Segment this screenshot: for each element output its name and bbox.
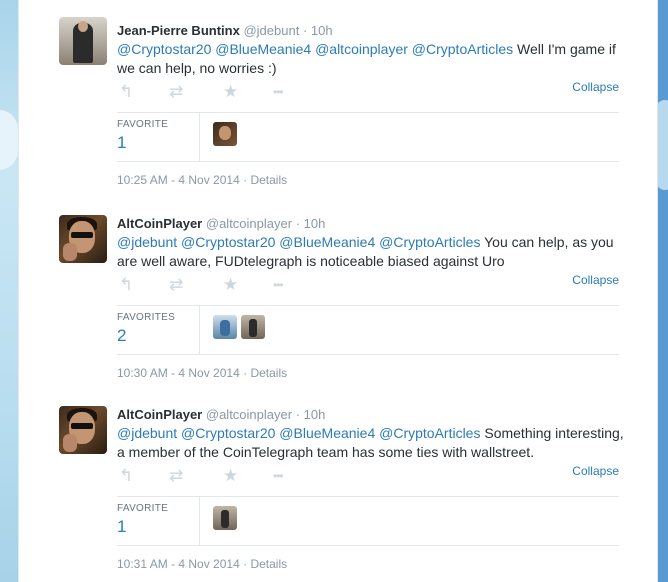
tweet[interactable]: Jean-Pierre Buntinx @jdebunt · 10h @Cryp… — [19, 0, 657, 204]
mention-link[interactable]: @CryptoArticles — [412, 41, 513, 57]
favorites-label: FAVORITE — [117, 503, 169, 514]
tweet-footer: 10:25 AM - 4 Nov 2014 · Details — [117, 173, 287, 187]
more-icon[interactable]: ••• — [273, 466, 284, 486]
mention-link[interactable]: @BlueMeanie4 — [279, 234, 375, 250]
mention-link[interactable]: @BlueMeanie4 — [279, 425, 375, 441]
fullname[interactable]: Jean-Pierre Buntinx — [117, 23, 240, 38]
more-icon[interactable]: ••• — [273, 82, 284, 102]
separator: · — [295, 216, 301, 231]
tweet-text: @jdebunt @Cryptostar20 @BlueMeanie4 @Cry… — [117, 233, 627, 271]
collapse-link[interactable]: Collapse — [572, 464, 619, 478]
mention-link[interactable]: @jdebunt — [117, 234, 177, 250]
tweet-actions: ↰ ⇄ ★ ••• — [117, 82, 619, 102]
reply-icon[interactable]: ↰ — [119, 466, 133, 486]
tweet-header: AltCoinPlayer @altcoinplayer · 10h — [117, 406, 325, 424]
mention-link[interactable]: @altcoinplayer — [315, 41, 408, 57]
tweet-actions: ↰ ⇄ ★ ••• — [117, 466, 619, 486]
reply-icon[interactable]: ↰ — [119, 82, 133, 102]
details-link[interactable]: Details — [250, 173, 287, 187]
favoriter-avatar[interactable] — [213, 315, 237, 339]
tweet-time[interactable]: 10h — [311, 23, 333, 38]
mention-link[interactable]: @CryptoArticles — [379, 425, 480, 441]
separator: · — [243, 173, 248, 187]
favoriter-avatar[interactable] — [241, 315, 265, 339]
favorites-label: FAVORITE — [117, 119, 169, 130]
tweet-header: AltCoinPlayer @altcoinplayer · 10h — [117, 215, 325, 233]
avatar[interactable] — [59, 17, 107, 65]
tweet-footer: 10:30 AM - 4 Nov 2014 · Details — [117, 366, 287, 380]
fullname[interactable]: AltCoinPlayer — [117, 216, 202, 231]
avatar[interactable] — [59, 215, 107, 263]
tweet-stats: FAVORITE 1 — [117, 496, 619, 546]
background-cloud — [0, 110, 18, 170]
tweet-time[interactable]: 10h — [304, 216, 326, 231]
favoriter-avatar[interactable] — [213, 506, 237, 530]
tweet-text: @Cryptostar20 @BlueMeanie4 @altcoinplaye… — [117, 40, 627, 78]
stats-divider — [199, 113, 200, 161]
reply-icon[interactable]: ↰ — [119, 275, 133, 295]
retweet-icon[interactable]: ⇄ — [169, 275, 183, 295]
tweet[interactable]: AltCoinPlayer @altcoinplayer · 10h @jdeb… — [19, 394, 657, 582]
separator: · — [243, 557, 248, 571]
separator: · — [243, 366, 248, 380]
collapse-link[interactable]: Collapse — [572, 80, 619, 94]
stats-divider — [199, 306, 200, 354]
username[interactable]: @altcoinplayer — [206, 407, 292, 422]
separator: · — [302, 23, 308, 38]
tweet[interactable]: AltCoinPlayer @altcoinplayer · 10h @jdeb… — [19, 203, 657, 395]
mention-link[interactable]: @jdebunt — [117, 425, 177, 441]
stats-divider — [199, 497, 200, 545]
favorites-label: FAVORITES — [117, 312, 176, 323]
favorite-icon[interactable]: ★ — [223, 275, 238, 295]
favorites-count[interactable]: 1 — [117, 133, 126, 153]
avatar[interactable] — [59, 406, 107, 454]
username[interactable]: @jdebunt — [243, 23, 299, 38]
tweet-timestamp[interactable]: 10:30 AM - 4 Nov 2014 — [117, 366, 240, 380]
tweet-timestamp[interactable]: 10:31 AM - 4 Nov 2014 — [117, 557, 240, 571]
fullname[interactable]: AltCoinPlayer — [117, 407, 202, 422]
conversation-timeline: Jean-Pierre Buntinx @jdebunt · 10h @Cryp… — [18, 0, 658, 582]
retweet-icon[interactable]: ⇄ — [169, 82, 183, 102]
retweet-icon[interactable]: ⇄ — [169, 466, 183, 486]
tweet-footer: 10:31 AM - 4 Nov 2014 · Details — [117, 557, 287, 571]
tweet-header: Jean-Pierre Buntinx @jdebunt · 10h — [117, 22, 333, 40]
collapse-link[interactable]: Collapse — [572, 273, 619, 287]
tweet-stats: FAVORITE 1 — [117, 112, 619, 162]
username[interactable]: @altcoinplayer — [206, 216, 292, 231]
separator: · — [295, 407, 301, 422]
mention-link[interactable]: @Cryptostar20 — [117, 41, 211, 57]
details-link[interactable]: Details — [250, 366, 287, 380]
mention-link[interactable]: @CryptoArticles — [379, 234, 480, 250]
mention-link[interactable]: @Cryptostar20 — [181, 234, 275, 250]
more-icon[interactable]: ••• — [273, 275, 284, 295]
favoriter-avatar[interactable] — [213, 122, 237, 146]
tweet-actions: ↰ ⇄ ★ ••• — [117, 275, 619, 295]
details-link[interactable]: Details — [250, 557, 287, 571]
favorite-icon[interactable]: ★ — [223, 82, 238, 102]
favorites-count[interactable]: 2 — [117, 326, 126, 346]
favorite-icon[interactable]: ★ — [223, 466, 238, 486]
tweet-text: @jdebunt @Cryptostar20 @BlueMeanie4 @Cry… — [117, 424, 627, 462]
page-background-left — [0, 0, 18, 582]
favorites-count[interactable]: 1 — [117, 517, 126, 537]
tweet-timestamp[interactable]: 10:25 AM - 4 Nov 2014 — [117, 173, 240, 187]
mention-link[interactable]: @BlueMeanie4 — [215, 41, 311, 57]
tweet-time[interactable]: 10h — [304, 407, 326, 422]
tweet-stats: FAVORITES 2 — [117, 305, 619, 355]
mention-link[interactable]: @Cryptostar20 — [181, 425, 275, 441]
